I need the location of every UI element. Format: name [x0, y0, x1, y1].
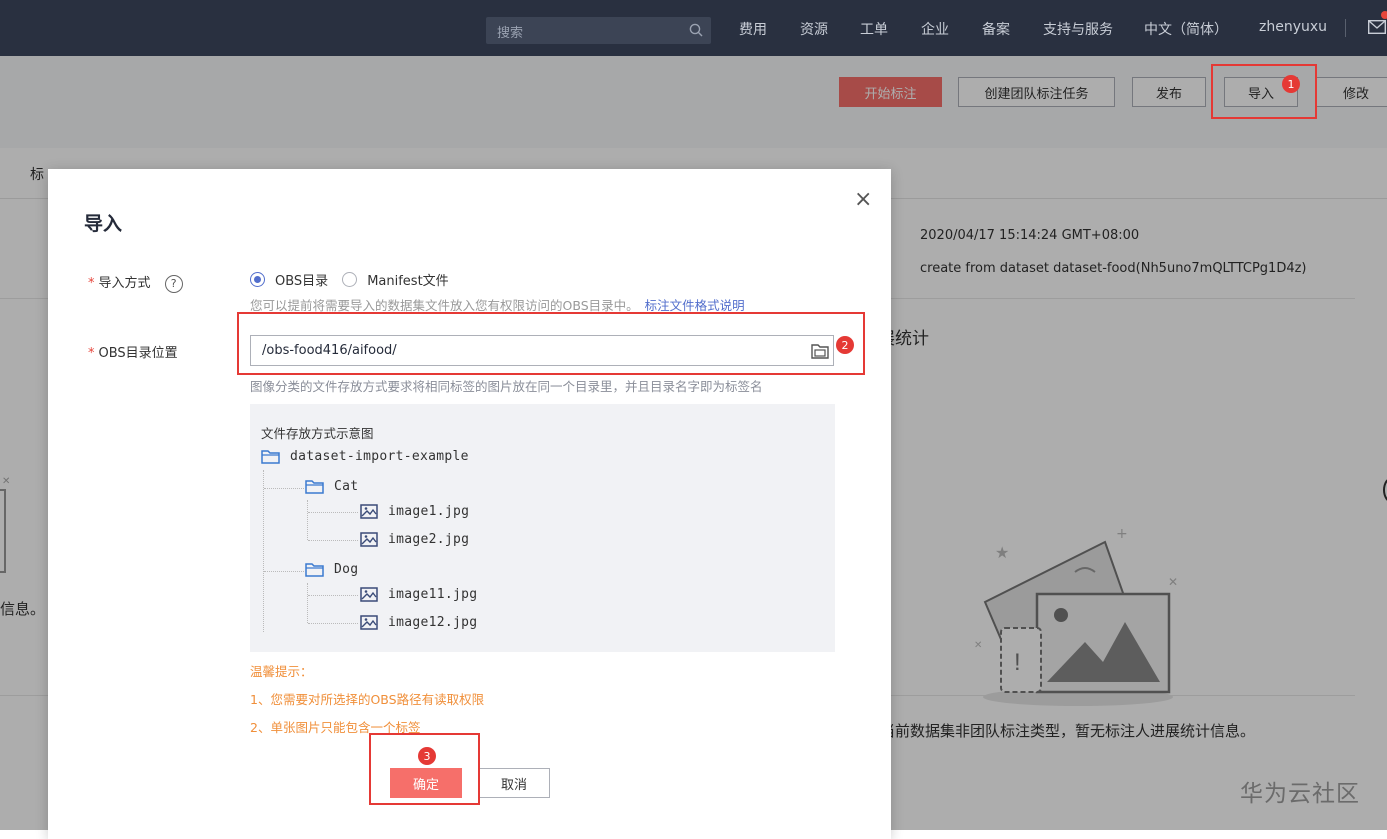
nav-support[interactable]: 支持与服务	[1043, 19, 1113, 39]
nav-user[interactable]: zhenyuxu	[1259, 19, 1327, 35]
cancel-button[interactable]: 取消	[478, 768, 550, 798]
tree-file-label: image1.jpg	[388, 504, 470, 519]
tree-file-label: image11.jpg	[388, 587, 478, 602]
nav-icp[interactable]: 备案	[982, 19, 1010, 39]
radio-manifest-label[interactable]: Manifest文件	[367, 270, 448, 289]
tree-line	[308, 540, 358, 541]
obs-location-label: * OBS目录位置	[88, 346, 178, 361]
nav-language[interactable]: 中文（简体）	[1144, 19, 1228, 39]
help-icon[interactable]: ?	[164, 274, 183, 293]
format-doc-link[interactable]: 标注文件格式说明	[645, 298, 745, 313]
tree-folder-dog-label: Dog	[334, 562, 359, 577]
tree-line	[308, 595, 358, 596]
annotation-box-confirm	[369, 733, 480, 805]
file-structure-example: 文件存放方式示意图 dataset-import-example Cat ima…	[250, 404, 835, 652]
nav-tickets[interactable]: 工单	[860, 19, 888, 39]
annotation-badge-3: 3	[418, 747, 436, 765]
radio-obs-label[interactable]: OBS目录	[275, 270, 328, 289]
nav-resources[interactable]: 资源	[800, 19, 828, 39]
search-input[interactable]: 搜索	[486, 17, 711, 44]
mail-notification-dot	[1381, 11, 1387, 19]
image-file-icon	[360, 532, 378, 547]
example-title: 文件存放方式示意图	[261, 426, 374, 441]
radio-obs[interactable]	[250, 272, 265, 287]
folder-icon	[305, 562, 324, 577]
tree-line	[264, 571, 304, 572]
obs-path-hint: 图像分类的文件存放方式要求将相同标签的图片放在同一个目录里，并且目录名字即为标签…	[250, 379, 763, 394]
import-mode-hint-text: 您可以提前将需要导入的数据集文件放入您有权限访问的OBS目录中。	[250, 298, 639, 313]
obs-location-text: OBS目录位置	[98, 346, 178, 361]
tree-line	[264, 488, 304, 489]
annotation-box-obs-path	[237, 312, 865, 375]
close-icon[interactable]: ×	[854, 189, 872, 211]
annotation-badge-1: 1	[1282, 75, 1300, 93]
image-file-icon	[360, 615, 378, 630]
tree-line	[308, 512, 358, 513]
tree-file-label: image12.jpg	[388, 615, 478, 630]
nav-enterprise[interactable]: 企业	[921, 19, 949, 39]
tips-title: 温馨提示：	[250, 664, 313, 679]
import-mode-radio-group: OBS目录 Manifest文件	[250, 270, 449, 289]
tree-line	[307, 583, 308, 623]
tree-line	[308, 623, 358, 624]
top-nav: 搜索 费用 资源 工单 企业 备案 支持与服务 中文（简体） zhenyuxu	[0, 0, 1387, 56]
image-file-icon	[360, 587, 378, 602]
tree-root: dataset-import-example	[261, 449, 469, 464]
search-placeholder: 搜索	[497, 26, 524, 41]
import-mode-label: * 导入方式 ?	[88, 272, 183, 293]
tree-folder-cat-label: Cat	[334, 479, 359, 494]
search-icon[interactable]	[689, 23, 703, 41]
tree-file-label: image2.jpg	[388, 532, 470, 547]
tip-1: 1、您需要对所选择的OBS路径有读取权限	[250, 692, 485, 707]
dialog-title: 导入	[84, 213, 123, 235]
radio-manifest[interactable]	[342, 272, 358, 287]
folder-icon	[261, 449, 280, 464]
mail-icon[interactable]	[1367, 19, 1387, 38]
tree-file: image2.jpg	[360, 532, 469, 547]
tree-file: image12.jpg	[360, 615, 477, 630]
nav-divider	[1345, 19, 1346, 37]
watermark: 华为云社区	[1240, 781, 1360, 807]
tree-file: image11.jpg	[360, 587, 477, 602]
tree-line	[263, 470, 264, 632]
nav-fees[interactable]: 费用	[739, 19, 767, 39]
annotation-badge-2: 2	[836, 336, 854, 354]
image-file-icon	[360, 504, 378, 519]
tree-file: image1.jpg	[360, 504, 469, 519]
tree-folder-dog: Dog	[305, 562, 358, 577]
tree-line	[307, 500, 308, 540]
tree-root-label: dataset-import-example	[290, 449, 469, 464]
tree-folder-cat: Cat	[305, 479, 358, 494]
import-mode-text: 导入方式	[98, 276, 151, 291]
folder-icon	[305, 479, 324, 494]
annotation-box-import	[1211, 64, 1317, 119]
